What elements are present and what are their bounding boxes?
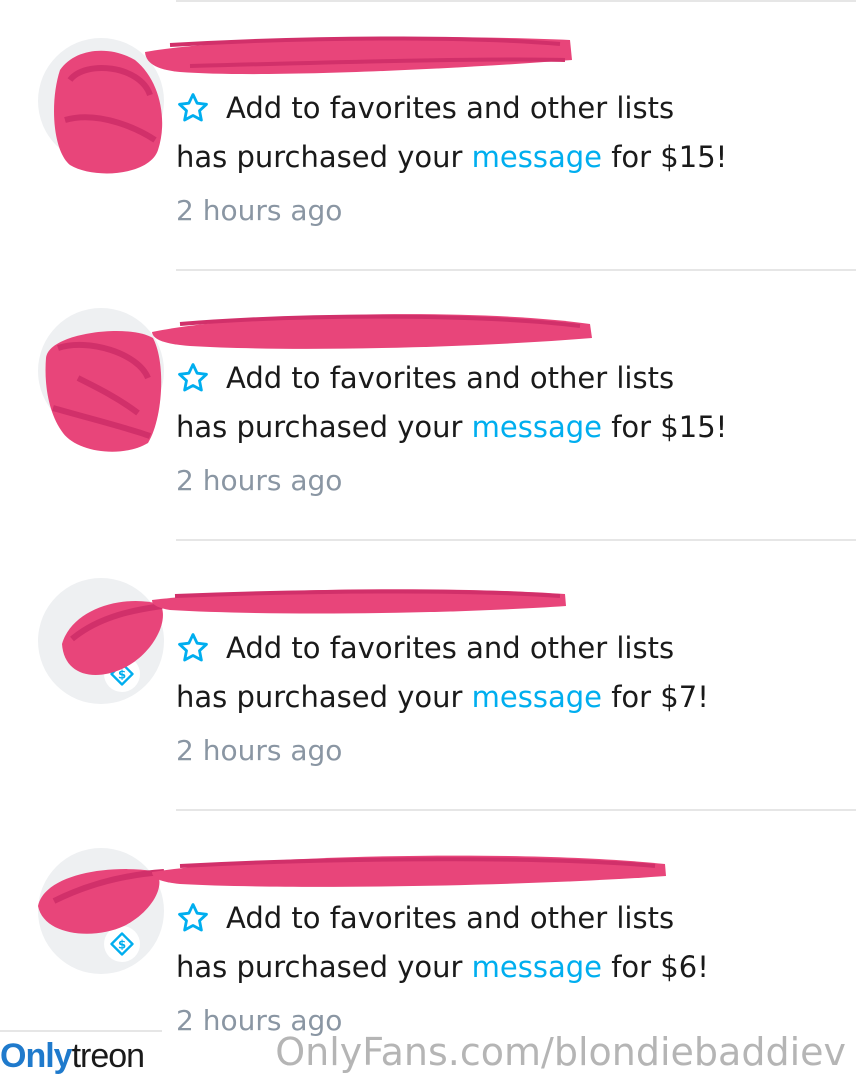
notifications-feed: Add to favorites and other lists has pur… xyxy=(0,0,856,1080)
purchase-suffix: for $15! xyxy=(611,410,728,444)
purchase-prefix: has purchased your xyxy=(176,410,463,444)
message-link[interactable]: message xyxy=(472,680,602,714)
add-to-favorites-button[interactable]: Add to favorites and other lists xyxy=(176,628,674,668)
site-watermark: OnlyFans.com/blondiebaddiev xyxy=(275,1030,846,1074)
add-to-favorites-button[interactable]: Add to favorites and other lists xyxy=(176,898,674,938)
avatar-redaction xyxy=(45,330,162,452)
star-outline-icon xyxy=(178,363,208,392)
purchase-suffix: for $15! xyxy=(611,140,728,174)
message-link[interactable]: message xyxy=(472,410,602,444)
purchase-suffix: for $6! xyxy=(611,950,709,984)
add-to-favorites-button[interactable]: Add to favorites and other lists xyxy=(176,88,674,128)
timestamp: 2 hours ago xyxy=(176,194,343,227)
add-to-favorites-button[interactable]: Add to favorites and other lists xyxy=(176,358,674,398)
purchase-text: has purchased your message for $15! xyxy=(176,140,727,174)
purchase-prefix: has purchased your xyxy=(176,950,463,984)
favorites-label: Add to favorites and other lists xyxy=(226,91,675,125)
star-outline-icon xyxy=(178,633,208,662)
username-redaction xyxy=(152,855,666,887)
purchase-text: has purchased your message for $6! xyxy=(176,950,709,984)
notification-item: $ Add to favorites and other lists has p… xyxy=(0,540,856,810)
notification-item: Add to favorites and other lists has pur… xyxy=(0,270,856,540)
message-link[interactable]: message xyxy=(472,950,602,984)
purchase-prefix: has purchased your xyxy=(176,680,463,714)
purchase-prefix: has purchased your xyxy=(176,140,463,174)
notification-item: Add to favorites and other lists has pur… xyxy=(0,0,856,270)
message-link[interactable]: message xyxy=(472,140,602,174)
username-redaction xyxy=(152,589,566,614)
purchase-text: has purchased your message for $7! xyxy=(176,680,709,714)
logo-part-treon: treon xyxy=(71,1036,145,1075)
username-redaction xyxy=(152,314,592,349)
favorites-label: Add to favorites and other lists xyxy=(226,631,675,665)
star-outline-icon xyxy=(178,93,208,122)
favorites-label: Add to favorites and other lists xyxy=(226,901,675,935)
purchase-suffix: for $7! xyxy=(611,680,709,714)
logo-part-only: Only xyxy=(0,1036,73,1075)
star-outline-icon xyxy=(178,903,208,932)
purchase-text: has purchased your message for $15! xyxy=(176,410,727,444)
timestamp: 2 hours ago xyxy=(176,464,343,497)
favorites-label: Add to favorites and other lists xyxy=(226,361,675,395)
timestamp: 2 hours ago xyxy=(176,734,343,767)
username-redaction xyxy=(145,36,572,75)
onlytreon-logo: Only treon xyxy=(0,1030,162,1080)
